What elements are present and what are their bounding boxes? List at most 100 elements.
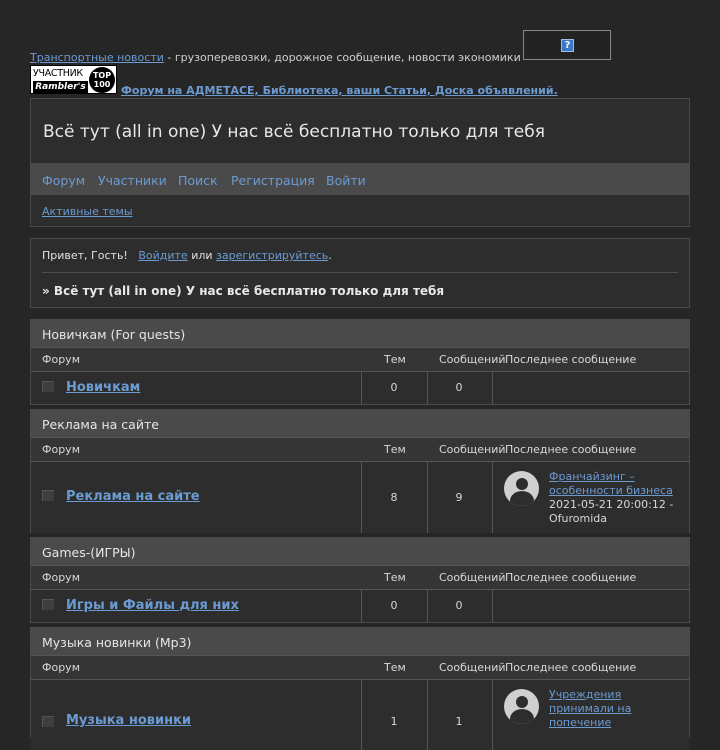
last-post: Учреждения принимали на попечение bbox=[549, 688, 649, 730]
nav-register[interactable]: Регистрация bbox=[231, 173, 315, 188]
greeting-text: Привет, Гость! bbox=[42, 249, 128, 262]
main-nav: Форум Участники Поиск Регистрация Войти bbox=[31, 163, 689, 195]
forum-link[interactable]: Игры и Файлы для них bbox=[66, 598, 239, 613]
topics-count: 8 bbox=[390, 491, 398, 504]
col-last-post: Последнее сообщение bbox=[505, 661, 637, 674]
topics-count: 1 bbox=[390, 715, 398, 728]
col-posts: Сообщений bbox=[439, 661, 506, 674]
category-header: Games-(ИГРЫ) bbox=[31, 538, 689, 565]
column-headers: Форум Тем Сообщений Последнее сообщение bbox=[31, 655, 689, 679]
nav-login[interactable]: Войти bbox=[326, 173, 366, 188]
forum-link[interactable]: Музыка новинки bbox=[66, 713, 191, 728]
category-header: Музыка новинки (Mp3) bbox=[31, 628, 689, 655]
divider bbox=[427, 680, 428, 750]
nav-members[interactable]: Участники bbox=[98, 173, 167, 188]
category-music: Музыка новинки (Mp3) Форум Тем Сообщений… bbox=[30, 627, 690, 750]
col-last-post: Последнее сообщение bbox=[505, 443, 637, 456]
forum-row: Новичкам 0 0 bbox=[31, 371, 689, 404]
divider bbox=[492, 590, 493, 622]
divider bbox=[492, 372, 493, 404]
category-advertising: Реклама на сайте Форум Тем Сообщений Пос… bbox=[30, 409, 690, 533]
welcome-line: Привет, Гость! Войдите или зарегистрируй… bbox=[42, 249, 332, 262]
posts-count: 1 bbox=[455, 715, 463, 728]
active-topics-link[interactable]: Активные темы bbox=[42, 205, 133, 218]
forum-icon bbox=[42, 381, 54, 392]
divider bbox=[427, 590, 428, 622]
posts-count: 0 bbox=[455, 599, 463, 612]
or-text: или bbox=[191, 249, 213, 262]
rambler-badge-participant: УЧАСТНИК bbox=[33, 68, 83, 79]
col-last-post: Последнее сообщение bbox=[505, 353, 637, 366]
forum-link[interactable]: Реклама на сайте bbox=[66, 489, 200, 504]
divider bbox=[361, 372, 362, 404]
rambler-badge-top100: TOP 100 bbox=[89, 67, 115, 93]
column-headers: Форум Тем Сообщений Последнее сообщение bbox=[31, 437, 689, 461]
category-title: Games-(ИГРЫ) bbox=[42, 545, 136, 560]
avatar-head bbox=[516, 696, 528, 708]
transport-news-link[interactable]: Транспортные новости bbox=[30, 51, 164, 64]
top-news-description: - грузоперевозки, дорожное сообщение, но… bbox=[163, 51, 521, 64]
posts-count: 0 bbox=[455, 381, 463, 394]
forum-icon bbox=[42, 490, 54, 501]
category-title: Новичкам (For quests) bbox=[42, 327, 186, 342]
rambler-badge-name: Rambler's bbox=[33, 81, 88, 93]
nav-forum[interactable]: Форум bbox=[42, 173, 85, 188]
column-headers: Форум Тем Сообщений Последнее сообщение bbox=[31, 565, 689, 589]
admetace-forum-link[interactable]: Форум на АДМЕТАСЕ, Библиотека, ваши Стат… bbox=[121, 84, 558, 97]
forum-title: Всё тут (all in one) У нас всё бесплатно… bbox=[43, 122, 545, 142]
category-header: Новичкам (For quests) bbox=[31, 320, 689, 347]
help-icon[interactable]: ? bbox=[561, 39, 574, 52]
col-posts: Сообщений bbox=[439, 571, 506, 584]
top-news-line: Транспортные новости - грузоперевозки, д… bbox=[30, 51, 521, 64]
breadcrumb: » Всё тут (all in one) У нас всё бесплат… bbox=[42, 284, 445, 298]
avatar bbox=[504, 471, 539, 506]
register-link[interactable]: зарегистрируйтесь bbox=[216, 249, 328, 262]
col-topics: Тем bbox=[384, 353, 406, 366]
forum-icon bbox=[42, 599, 54, 610]
nav-search[interactable]: Поиск bbox=[178, 173, 218, 188]
forum-header: Всё тут (all in one) У нас всё бесплатно… bbox=[30, 98, 690, 227]
avatar bbox=[504, 689, 539, 724]
col-forum: Форум bbox=[42, 571, 80, 584]
last-post-link[interactable]: Учреждения принимали на попечение bbox=[549, 688, 631, 729]
divider bbox=[492, 680, 493, 750]
last-post: Франчайзинг – особенности бизнеса 2021-0… bbox=[549, 470, 684, 526]
divider bbox=[42, 272, 678, 273]
col-topics: Тем bbox=[384, 661, 406, 674]
welcome-period: . bbox=[328, 249, 332, 262]
divider bbox=[427, 462, 428, 533]
col-forum: Форум bbox=[42, 443, 80, 456]
col-last-post: Последнее сообщение bbox=[505, 571, 637, 584]
divider bbox=[361, 590, 362, 622]
divider bbox=[361, 680, 362, 750]
login-link[interactable]: Войдите bbox=[138, 249, 187, 262]
avatar-body bbox=[510, 709, 534, 724]
forum-link[interactable]: Новичкам bbox=[66, 380, 140, 395]
col-posts: Сообщений bbox=[439, 443, 506, 456]
forum-icon bbox=[42, 716, 54, 727]
welcome-box: Привет, Гость! Войдите или зарегистрируй… bbox=[30, 238, 690, 308]
category-title: Реклама на сайте bbox=[42, 417, 159, 432]
rambler-top100-badge[interactable]: УЧАСТНИК Rambler's TOP 100 bbox=[30, 65, 117, 94]
col-posts: Сообщений bbox=[439, 353, 506, 366]
divider bbox=[492, 462, 493, 533]
category-title: Музыка новинки (Mp3) bbox=[42, 635, 192, 650]
forum-row: Реклама на сайте 8 9 Франчайзинг – особе… bbox=[31, 461, 689, 533]
category-games: Games-(ИГРЫ) Форум Тем Сообщений Последн… bbox=[30, 537, 690, 623]
col-topics: Тем bbox=[384, 571, 406, 584]
col-forum: Форум bbox=[42, 661, 80, 674]
posts-count: 9 bbox=[455, 491, 463, 504]
last-post-link[interactable]: Франчайзинг – особенности бизнеса bbox=[549, 470, 673, 497]
col-topics: Тем bbox=[384, 443, 406, 456]
last-post-meta: 2021-05-21 20:00:12 - Ofuromida bbox=[549, 498, 674, 525]
divider bbox=[427, 372, 428, 404]
avatar-body bbox=[510, 491, 534, 506]
help-box[interactable]: ? bbox=[523, 30, 611, 60]
topics-count: 0 bbox=[390, 599, 398, 612]
topics-count: 0 bbox=[390, 381, 398, 394]
divider bbox=[361, 462, 362, 533]
category-header: Реклама на сайте bbox=[31, 410, 689, 437]
col-forum: Форум bbox=[42, 353, 80, 366]
forum-row: Музыка новинки 1 1 Учреждения принимали … bbox=[31, 679, 689, 750]
column-headers: Форум Тем Сообщений Последнее сообщение bbox=[31, 347, 689, 371]
